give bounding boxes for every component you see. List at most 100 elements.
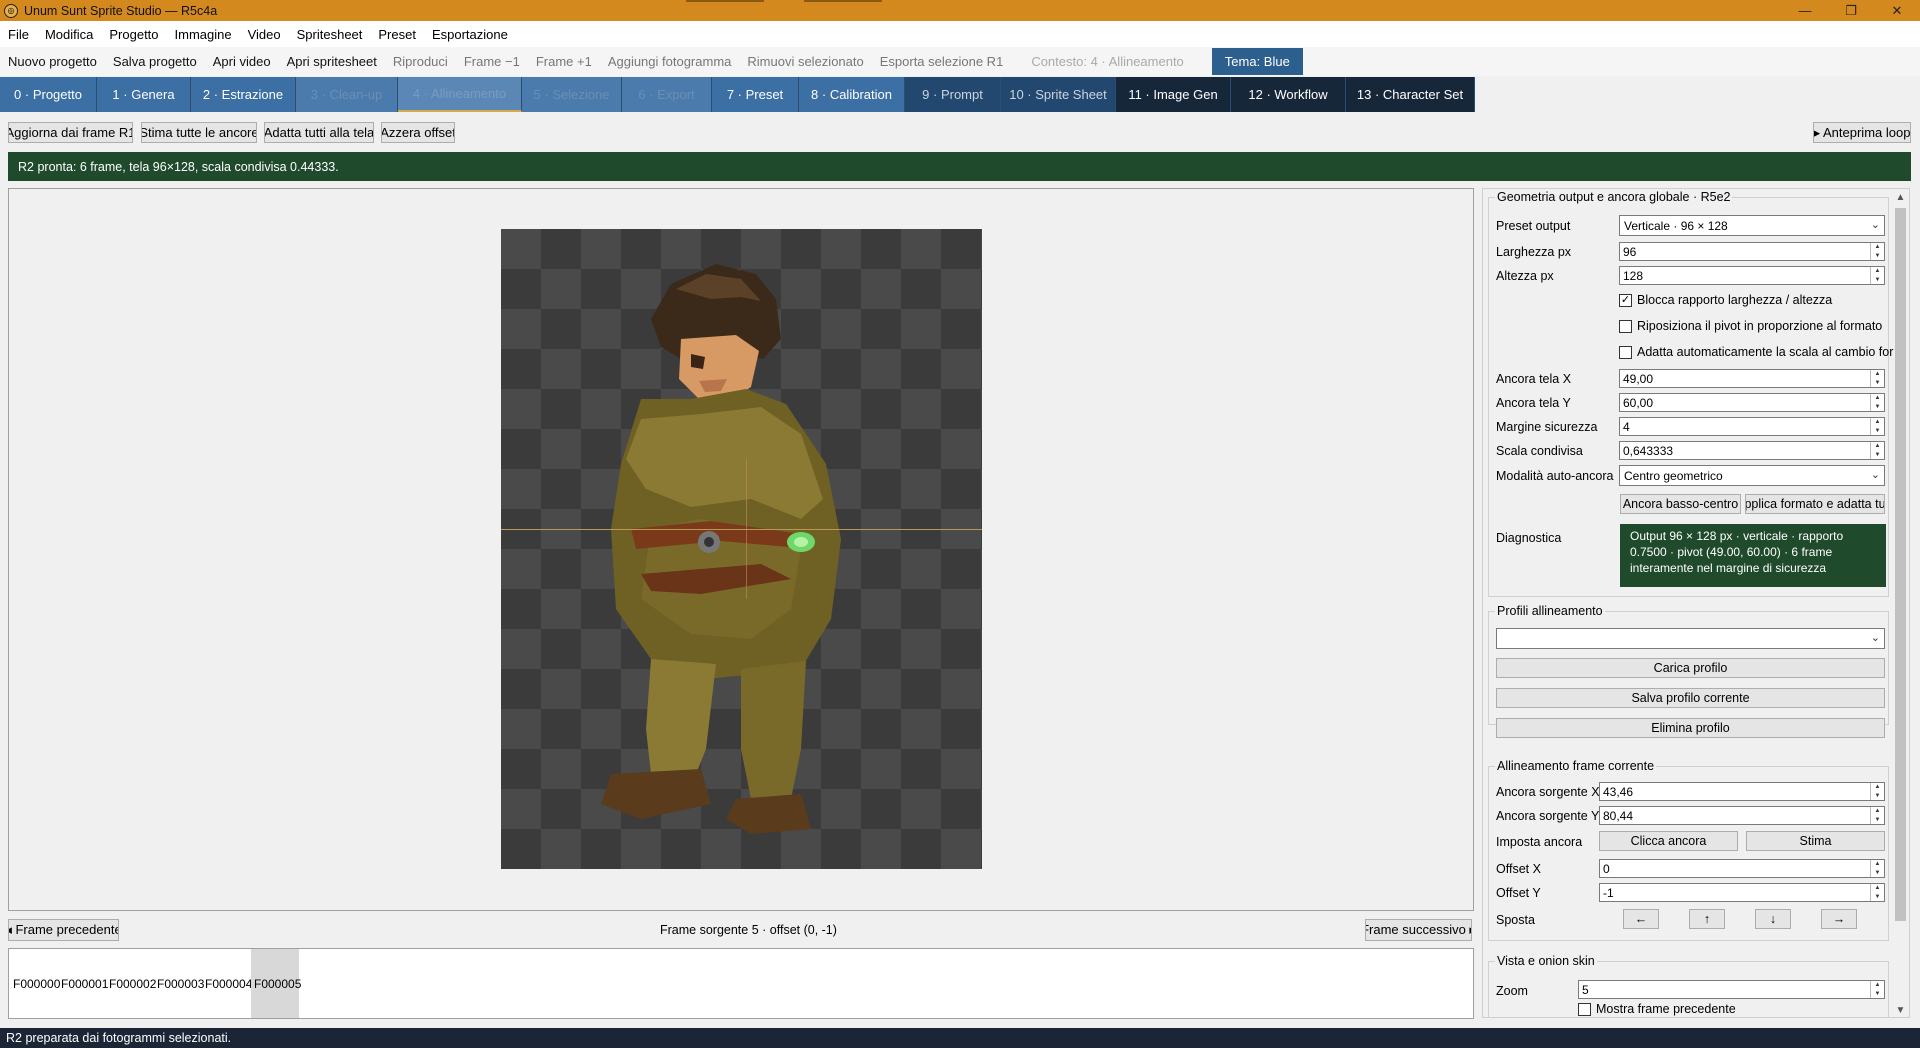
frame-prev-button[interactable]: Frame −1 [458,54,526,69]
tab-estrazione[interactable]: 2 · Estrazione [191,77,296,112]
save-profile-button[interactable]: Salva profilo corrente [1496,688,1885,708]
tab-calibration[interactable]: 8 · Calibration [799,77,905,112]
reposition-pivot-checkbox[interactable]: Riposiziona il pivot in proporzione al f… [1619,319,1882,333]
frame-thumb[interactable]: F000004 [205,949,252,1018]
next-frame-button[interactable]: Frame successivo ▸ [1365,919,1472,941]
anchor-y-field[interactable]: 60,00 ▲ ▼ [1619,393,1885,412]
spinner-icon[interactable]: ▲ ▼ [1870,394,1884,411]
spinner-icon[interactable]: ▲ ▼ [1870,884,1884,901]
spinner-icon[interactable]: ▲ ▼ [1870,981,1884,998]
anchor-x-field[interactable]: 49,00 ▲ ▼ [1619,369,1885,388]
load-profile-button[interactable]: Carica profilo [1496,658,1885,678]
panel-scrollbar[interactable]: ▲ ▼ [1892,189,1909,1017]
zoom-field[interactable]: 5 ▲ ▼ [1578,980,1885,999]
margin-field[interactable]: 4 ▲ ▼ [1619,417,1885,436]
auto-anchor-mode-select[interactable]: Centro geometrico ⌄ [1619,465,1885,486]
open-video-button[interactable]: Apri video [207,54,277,69]
profiles-group-title: Profili allineamento [1495,604,1605,618]
height-field[interactable]: 128 ▲ ▼ [1619,266,1885,285]
tab-sprite-sheet[interactable]: 10 · Sprite Sheet [1001,77,1116,112]
tab-allineamento[interactable]: 4 · Allineamento [398,77,522,112]
menu-progetto[interactable]: Progetto [103,27,164,42]
menu-file[interactable]: File [2,27,35,42]
move-right-button[interactable]: → [1821,909,1857,929]
tab-genera[interactable]: 1 · Genera [97,77,191,112]
menu-video[interactable]: Video [242,27,287,42]
spinner-icon[interactable]: ▲ ▼ [1870,243,1884,260]
tab-export[interactable]: 6 · Export [622,77,712,112]
preset-output-select[interactable]: Verticale · 96 × 128 ⌄ [1619,215,1885,236]
tab-clean-up[interactable]: 3 · Clean-up [296,77,398,112]
show-previous-frame-checkbox[interactable]: Mostra frame precedente [1578,1002,1736,1016]
menu-immagine[interactable]: Immagine [169,27,238,42]
move-up-button[interactable]: ↑ [1689,909,1725,929]
frame-next-button[interactable]: Frame +1 [530,54,598,69]
tab-preset[interactable]: 7 · Preset [712,77,799,112]
frame-thumb[interactable]: F000001 [61,949,108,1018]
spinner-icon[interactable]: ▲ ▼ [1870,807,1884,824]
frame-thumb[interactable]: F000002 [109,949,156,1018]
move-down-button[interactable]: ↓ [1755,909,1791,929]
move-left-button[interactable]: ← [1623,909,1659,929]
spinner-icon[interactable]: ▲ ▼ [1870,418,1884,435]
scroll-thumb[interactable] [1895,208,1906,921]
tab-workflow[interactable]: 12 · Workflow [1231,77,1346,112]
maximize-icon[interactable]: ❐ [1828,0,1874,21]
spinner-icon[interactable]: ▲ ▼ [1870,860,1884,877]
menu-preset[interactable]: Preset [372,27,422,42]
anchor-bottom-center-button[interactable]: Ancora basso-centro [1620,494,1741,514]
menu-modifica[interactable]: Modifica [39,27,99,42]
tab-character-set[interactable]: 13 · Character Set [1346,77,1475,112]
open-spritesheet-button[interactable]: Apri spritesheet [281,54,383,69]
delete-profile-button[interactable]: Elimina profilo [1496,718,1885,738]
theme-button[interactable]: Tema: Blue [1211,48,1303,75]
remove-selected-button[interactable]: Rimuovi selezionato [741,54,869,69]
new-project-button[interactable]: Nuovo progetto [2,54,103,69]
source-anchor-y-field[interactable]: 80,44 ▲ ▼ [1599,806,1885,825]
scale-label: Scala condivisa [1496,444,1583,458]
estimate-anchor-button[interactable]: Stima [1746,831,1885,851]
frame-thumb-selected[interactable]: F000005 [251,949,301,1018]
scroll-down-icon[interactable]: ▼ [1892,1002,1909,1017]
save-project-button[interactable]: Salva progetto [107,54,203,69]
tab-progetto[interactable]: 0 · Progetto [0,77,97,112]
frame-thumb[interactable]: F000000 [13,949,60,1018]
offset-y-field[interactable]: -1 ▲ ▼ [1599,883,1885,902]
export-selection-button[interactable]: Esporta selezione R1 [874,54,1010,69]
refresh-from-r1-button[interactable]: Aggiorna dai frame R1 [8,122,133,143]
source-anchor-x-field[interactable]: 43,46 ▲ ▼ [1599,782,1885,801]
spinner-icon[interactable]: ▲ ▼ [1870,442,1884,459]
play-button[interactable]: Riproduci [387,54,454,69]
lock-ratio-checkbox[interactable]: ✓ Blocca rapporto larghezza / altezza [1619,293,1832,307]
tab-prompt[interactable]: 9 · Prompt [905,77,1001,112]
auto-scale-checkbox[interactable]: Adatta automaticamente la scala al cambi… [1619,345,1893,359]
apply-format-button[interactable]: pplica formato e adatta tu [1745,494,1885,514]
checkbox-checked-icon: ✓ [1619,293,1632,307]
tab-selezione[interactable]: 5 · Selezione [522,77,622,112]
source-anchor-y-value: 80,44 [1603,808,1634,823]
scale-field[interactable]: 0,643333 ▲ ▼ [1619,441,1885,460]
close-icon[interactable]: ✕ [1874,0,1920,21]
minimize-icon[interactable]: — [1782,0,1828,21]
estimate-all-anchors-button[interactable]: Stima tutte le ancore [141,122,257,143]
spinner-icon[interactable]: ▲ ▼ [1870,267,1884,284]
profile-select[interactable]: ⌄ [1496,628,1885,649]
offset-x-field[interactable]: 0 ▲ ▼ [1599,859,1885,878]
previous-frame-button[interactable]: ◂ Frame precedente [8,919,119,941]
spinner-icon[interactable]: ▲ ▼ [1870,783,1884,800]
frame-thumb[interactable]: F000003 [157,949,204,1018]
tab-image-gen[interactable]: 11 · Image Gen [1116,77,1231,112]
spinner-icon[interactable]: ▲ ▼ [1870,370,1884,387]
menu-spritesheet[interactable]: Spritesheet [291,27,369,42]
menu-esportazione[interactable]: Esportazione [426,27,514,42]
width-field[interactable]: 96 ▲ ▼ [1619,242,1885,261]
chevron-down-icon: ⌄ [1870,469,1880,481]
auto-anchor-mode-value: Centro geometrico [1624,468,1723,483]
click-anchor-button[interactable]: Clicca ancora [1599,831,1738,851]
preview-loop-button[interactable]: ▸ Anteprima loop [1813,122,1911,143]
sprite-canvas[interactable] [501,229,982,869]
add-frame-button[interactable]: Aggiungi fotogramma [602,54,738,69]
scroll-up-icon[interactable]: ▲ [1892,189,1909,206]
fit-all-canvas-button[interactable]: Adatta tutti alla tela [264,122,374,143]
reset-offset-button[interactable]: Azzera offset [381,122,455,143]
